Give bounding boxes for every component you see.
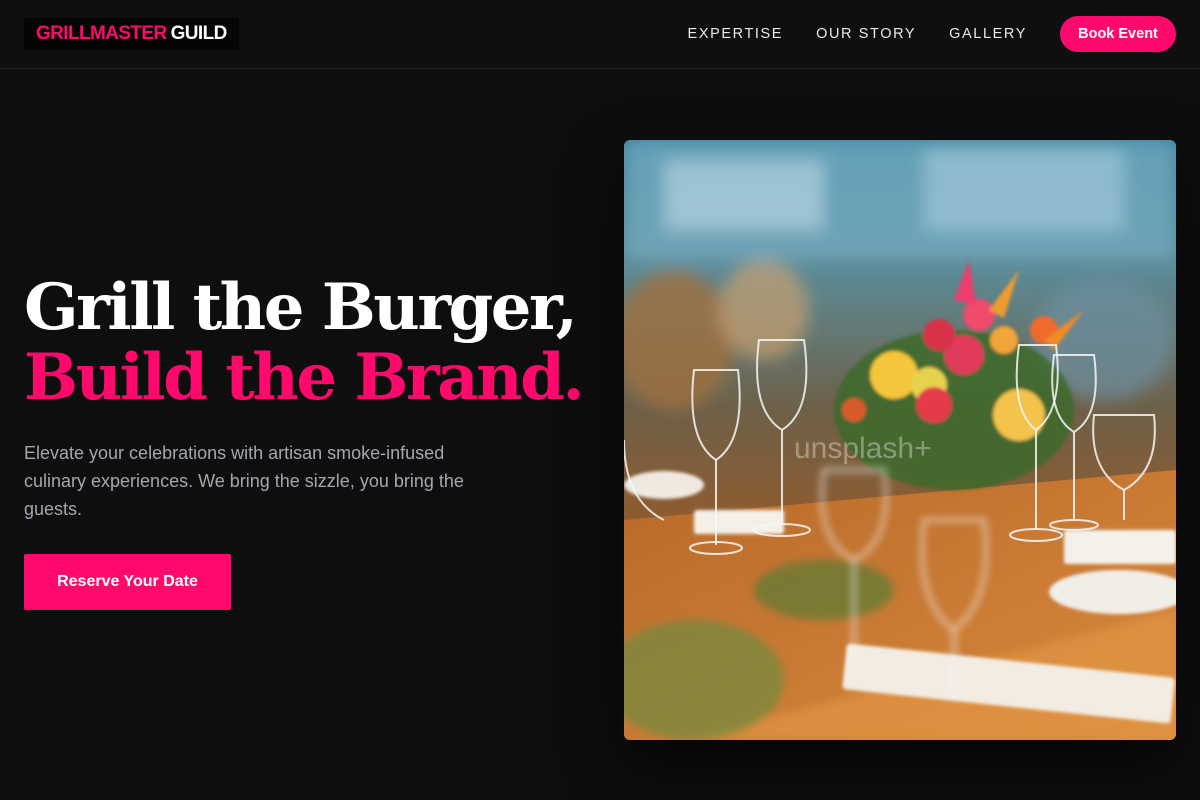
book-event-button[interactable]: Book Event [1060,16,1176,52]
hero-event-photo: unsplash+ [624,140,1176,740]
nav-link-gallery[interactable]: GALLERY [949,26,1027,42]
headline-line-1: Grill the Burger, [24,270,578,345]
image-watermark: unsplash+ [794,432,932,465]
logo-part-grillmaster: GRILLMASTER [36,23,167,44]
reserve-date-button[interactable]: Reserve Your Date [24,554,231,610]
nav-link-our-story[interactable]: OUR STORY [816,26,916,42]
brand-logo[interactable]: GRILLMASTER GUILD [24,18,239,50]
headline-line-2: Build the Brand. [24,340,585,415]
main-nav: EXPERTISE OUR STORY GALLERY Book Event [688,0,1176,68]
logo-part-guild: GUILD [170,23,228,44]
site-header: GRILLMASTER GUILD EXPERTISE OUR STORY GA… [0,0,1200,69]
hero-headline: Grill the Burger, Build the Brand. [24,270,585,415]
hero-description: Elevate your celebrations with artisan s… [24,443,464,519]
nav-link-expertise[interactable]: EXPERTISE [688,26,784,42]
